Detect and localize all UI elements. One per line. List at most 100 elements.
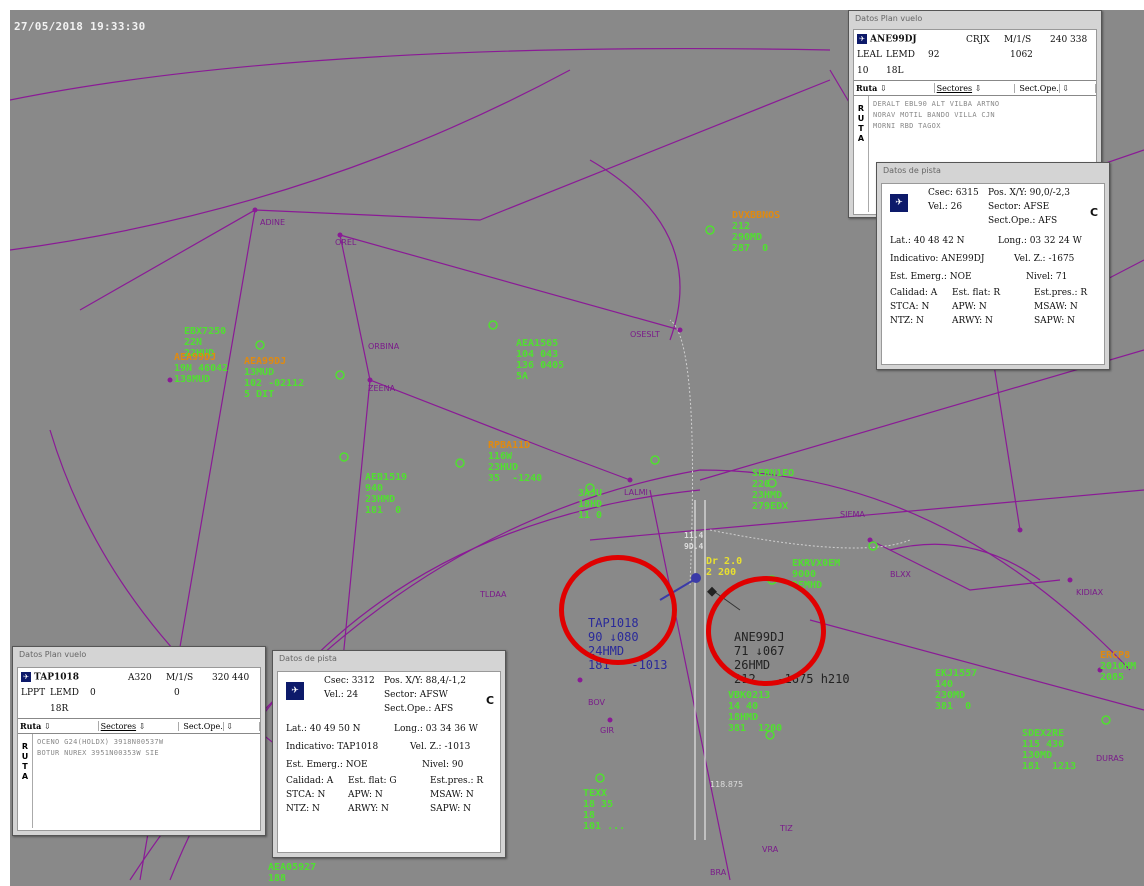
route-tab-row[interactable]: Ruta ⇩ Sectores ⇩ Sect.Ope. ⇩ — [854, 80, 1097, 96]
fix-label: ZEENA — [368, 384, 396, 393]
sect-ope-tab[interactable]: Sect.Ope. ⇩ — [1015, 83, 1097, 93]
field-value: 0 — [90, 688, 96, 698]
ruta-tab[interactable]: Ruta ⇩ — [854, 83, 935, 93]
fix-label: ORBINA — [368, 342, 400, 351]
apw: APW: N — [952, 302, 987, 312]
flight-level: Nivel: 71 — [1026, 272, 1068, 282]
stca: STCA: N — [286, 790, 326, 800]
speeds: 320 440 — [212, 673, 250, 683]
window-title: Datos de pista — [279, 654, 337, 663]
arwy: ARWY: N — [348, 804, 389, 814]
track-label[interactable]: SERN1EO 220 23HMD 279EDX — [752, 468, 794, 512]
fix-label: TLDAA — [480, 590, 507, 599]
highlight-ring-tap1018 — [559, 555, 677, 665]
speeds: 240 338 — [1050, 35, 1088, 45]
clock-timestamp: 27/05/2018 19:33:30 — [14, 20, 146, 33]
sect-ope-value: Sect.Ope.: AFS — [384, 704, 454, 714]
runway: 18R — [50, 704, 69, 714]
velocity-value: Vel.: 26 — [928, 202, 963, 212]
vertical-velocity: Vel. Z.: -1013 — [410, 742, 471, 752]
runway: 18L — [886, 66, 904, 76]
est-pres: Est.pres.: R — [1034, 288, 1088, 298]
latitude: Lat.: 40 48 42 N — [890, 236, 965, 246]
window-title: Datos de pista — [883, 166, 941, 175]
fix-label: GIR — [600, 726, 615, 735]
csec-value: Csec: 3312 — [324, 676, 375, 686]
field-value: 92 — [928, 50, 940, 60]
track-label[interactable]: 3AJU 18HD 11 0 — [578, 488, 602, 521]
fix-label: ADINE — [260, 218, 286, 227]
vertical-velocity: Vel. Z.: -1675 — [1014, 254, 1075, 264]
position-value: Pos. X/Y: 88,4/-1,2 — [384, 676, 467, 686]
longitude: Long.: 03 32 24 W — [998, 236, 1082, 246]
aircraft-type: CRJX — [966, 35, 990, 45]
fix-label: SIEMA — [840, 510, 865, 519]
est-pres: Est.pres.: R — [430, 776, 484, 786]
track-label[interactable]: AEA05927 188 — [268, 862, 316, 884]
fix-label: OSESLT — [630, 330, 660, 339]
field-value: 1062 — [1010, 50, 1033, 60]
longitude: Long.: 03 34 36 W — [394, 724, 478, 734]
fix-label: TIZ — [780, 824, 793, 833]
emergency-status: Est. Emerg.: NOE — [890, 272, 972, 282]
ruta-vertical-label: RUTA — [18, 734, 33, 828]
track-label[interactable]: DVXBBNOS 212 290MD 287 0 — [732, 210, 780, 254]
velocity-value: Vel.: 24 — [324, 690, 359, 700]
aircraft-icon: ✈ — [21, 672, 31, 682]
est-flat: Est. flat: G — [348, 776, 397, 786]
destination: LEMD — [50, 688, 79, 698]
field-value: 10 — [857, 66, 869, 76]
radar-scope[interactable]: 27/05/2018 19:33:30 ADINE OREL OSESLT OR… — [10, 10, 1144, 886]
fix-label: BRA — [710, 868, 727, 877]
msaw: MSAW: N — [1034, 302, 1078, 312]
sectores-tab[interactable]: Sectores ⇩ — [99, 721, 180, 731]
track-label[interactable]: AEA99DJ 13MUD 102 -02112 5 DIT — [244, 356, 304, 400]
highlight-ring-ane99dj — [706, 576, 826, 686]
track-label[interactable]: EKJ1557 140 230MD 381 0 — [935, 668, 977, 712]
track-label[interactable]: AEA1565 104 043 136 0405 5A — [516, 338, 564, 382]
ruta-tab[interactable]: Ruta ⇩ — [18, 721, 99, 731]
c-button[interactable]: C — [486, 694, 494, 707]
sapw: SAPW: N — [430, 804, 471, 814]
indicativo: Indicativo: ANE99DJ — [890, 254, 985, 264]
flight-plan-window-tap1018[interactable]: Datos Plan vuelo ✈ TAP1018 A320 M/1/S 320… — [12, 646, 266, 836]
track-label[interactable]: AEA99DJ 19N 46042 138MUD — [174, 352, 228, 385]
frequency-label: 118.875 — [710, 780, 744, 789]
aircraft-type: A320 — [128, 673, 152, 683]
track-label[interactable]: AEB1519 940 23HMD 181 0 — [365, 472, 407, 516]
track-data-window-ane99dj[interactable]: Datos de pista ✈ Csec: 6315 Pos. X/Y: 90… — [876, 162, 1110, 370]
callsign-row: ✈ TAP1018 — [21, 672, 79, 683]
aircraft-icon: ✈ — [857, 34, 867, 44]
window-title: Datos Plan vuelo — [19, 650, 87, 659]
callsign-row: ✈ ANE99DJ — [857, 34, 917, 45]
flight-level: Nivel: 90 — [422, 760, 464, 770]
fix-label: KIDIAX — [1076, 588, 1104, 597]
origin: LPPT — [21, 688, 46, 698]
track-label[interactable]: TEXX 18 35 18 101 ... — [583, 788, 625, 832]
position-value: Pos. X/Y: 90,0/-2,3 — [988, 188, 1071, 198]
sapw: SAPW: N — [1034, 316, 1075, 326]
origin: LEAL — [857, 50, 883, 60]
ntz: NTZ: N — [286, 804, 320, 814]
stca: STCA: N — [890, 302, 930, 312]
wake-category: M/1/S — [1004, 35, 1032, 45]
track-label[interactable]: ERCP8 2010HM 2085 — [1100, 650, 1136, 683]
ruta-vertical-label: RUTA — [854, 96, 869, 212]
sector-value: Sector: AFSW — [384, 690, 448, 700]
sectores-tab[interactable]: Sectores ⇩ — [935, 83, 1016, 93]
field-value: 0 — [174, 688, 180, 698]
route-tab-row[interactable]: Ruta ⇩ Sectores ⇩ Sect.Ope. ⇩ — [18, 718, 261, 734]
fix-label: BLXX — [890, 570, 911, 579]
sect-ope-tab[interactable]: Sect.Ope. ⇩ — [179, 721, 261, 731]
wake-category: M/1/S — [166, 673, 194, 683]
quality: Calidad: A — [890, 288, 938, 298]
route-text: OCENO G24(HOLDX) 3918N00537W BOTUR NUREX … — [37, 738, 164, 757]
msaw: MSAW: N — [430, 790, 474, 800]
aircraft-icon: ✈ — [286, 682, 304, 700]
track-label[interactable]: RPBA11D 116W 23HUD 35 -1240 — [488, 440, 542, 484]
sector-value: Sector: AFSE — [988, 202, 1050, 212]
track-label[interactable]: Dr 2.0 2 200 — [706, 556, 742, 578]
c-button[interactable]: C — [1090, 206, 1098, 219]
track-data-window-tap1018[interactable]: Datos de pista ✈ Csec: 3312 Pos. X/Y: 88… — [272, 650, 506, 858]
track-label[interactable]: SDEX2RE 115 430 130MD 181 1213 — [1022, 728, 1076, 772]
